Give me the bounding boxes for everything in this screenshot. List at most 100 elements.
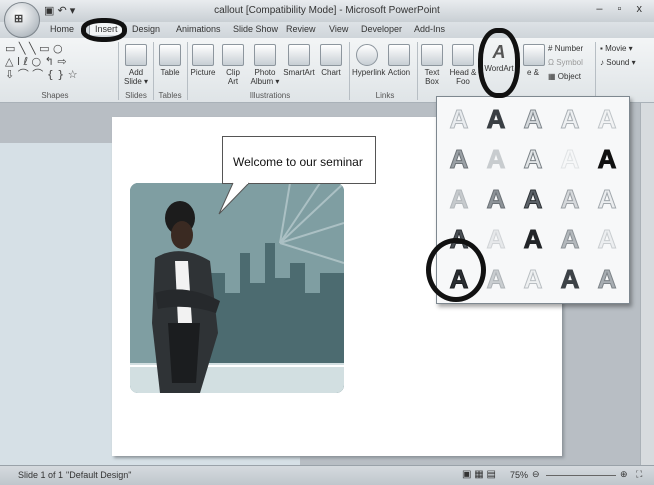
slide-number-button[interactable]: # Number: [548, 44, 583, 53]
hyperlink-label: Hyperlink: [352, 68, 386, 77]
chart-button[interactable]: Chart: [318, 44, 344, 77]
wordart-style-19[interactable]: A: [552, 221, 588, 257]
smartart-label: SmartArt: [283, 68, 315, 77]
wordart-style-4[interactable]: A: [552, 101, 588, 137]
slide-info: Slide 1 of 1: [18, 470, 64, 480]
sound-button[interactable]: ♪ Sound ▾: [600, 58, 636, 67]
view-buttons[interactable]: ▣ ▦ ▤: [462, 469, 496, 480]
clip-art-icon: [222, 44, 244, 66]
photo-album-button[interactable]: Photo Album ▾: [250, 44, 280, 86]
wordart-style-15[interactable]: A: [589, 181, 625, 217]
object-icon: ▦: [548, 72, 556, 81]
wordart-style-14[interactable]: A: [552, 181, 588, 217]
tab-design[interactable]: Design: [132, 24, 160, 34]
action-button[interactable]: Action: [385, 44, 413, 77]
group-separator: [349, 42, 350, 100]
slide-icon: [125, 44, 147, 66]
speaker-icon: ♪: [600, 58, 604, 67]
shapes-row: ⇩ ⌒ ⌒ { } ☆: [5, 68, 78, 81]
callout-shape[interactable]: Welcome to our seminar: [222, 136, 376, 184]
wordart-style-24[interactable]: A: [552, 261, 588, 297]
shapes-gallery[interactable]: ▭ ╲ ╲ ▭ ○ △ l ℓ ○ ↰ ⇨ ⇩ ⌒ ⌒ { } ☆: [5, 42, 78, 81]
photo-album-icon: [254, 44, 276, 66]
group-separator: [595, 42, 596, 100]
picture-button[interactable]: Picture: [190, 44, 216, 77]
wordart-style-6[interactable]: A: [441, 141, 477, 177]
callout-text[interactable]: Welcome to our seminar: [233, 155, 363, 169]
wordart-style-25[interactable]: A: [589, 261, 625, 297]
shapes-row: ▭ ╲ ╲ ▭ ○: [5, 42, 63, 55]
group-label-links: Links: [375, 91, 395, 100]
wordart-style-5[interactable]: A: [589, 101, 625, 137]
wordart-style-8[interactable]: A: [515, 141, 551, 177]
wordart-style-9[interactable]: A: [552, 141, 588, 177]
wordart-style-17[interactable]: A: [478, 221, 514, 257]
header-footer-button[interactable]: Head & Foo: [449, 44, 477, 86]
zoom-level[interactable]: 75%: [510, 470, 528, 480]
group-separator: [187, 42, 188, 100]
clip-art-label: Clip Art: [226, 68, 240, 86]
header-footer-icon: [452, 44, 474, 66]
shapes-row: △ l ℓ ○ ↰ ⇨: [5, 55, 67, 68]
wordart-style-20[interactable]: A: [589, 221, 625, 257]
clip-art-button[interactable]: Clip Art: [221, 44, 245, 86]
wordart-style-1[interactable]: A: [441, 101, 477, 137]
table-button[interactable]: Table: [157, 44, 183, 77]
object-label: Object: [557, 72, 581, 81]
tab-animations[interactable]: Animations: [176, 24, 221, 34]
fit-window-icon[interactable]: ⛶: [636, 469, 642, 480]
zoom-out-icon[interactable]: ⊖: [532, 469, 540, 480]
group-label-tables: Tables: [158, 91, 182, 100]
calendar-icon: [523, 44, 545, 66]
vertical-scrollbar[interactable]: [640, 103, 654, 465]
text-box-button[interactable]: Text Box: [420, 44, 444, 86]
tab-home[interactable]: Home: [50, 24, 74, 34]
window-controls[interactable]: – ▫ x: [596, 3, 648, 15]
tab-view[interactable]: View: [329, 24, 348, 34]
object-button[interactable]: ▦ Object: [548, 72, 581, 81]
tab-slide-show[interactable]: Slide Show: [233, 24, 278, 34]
chart-icon: [320, 44, 342, 66]
zoom-in-icon[interactable]: ⊕: [620, 469, 628, 480]
add-slide-button[interactable]: Add Slide ▾: [123, 44, 149, 86]
slide-number-label: Number: [554, 44, 584, 53]
tab-developer[interactable]: Developer: [361, 24, 402, 34]
smartart-icon: [288, 44, 310, 66]
wordart-style-10[interactable]: A: [589, 141, 625, 177]
wordart-style-23[interactable]: A: [515, 261, 551, 297]
office-button[interactable]: ⊞: [4, 2, 40, 38]
tab-review[interactable]: Review: [286, 24, 316, 34]
action-label: Action: [387, 68, 411, 77]
chart-label: Chart: [321, 68, 341, 77]
wordart-style-12[interactable]: A: [478, 181, 514, 217]
movie-label: Movie ▾: [605, 44, 633, 53]
group-separator: [118, 42, 119, 100]
date-time-button[interactable]: e &: [523, 44, 545, 77]
callout-pointer: [218, 182, 250, 215]
hyperlink-button[interactable]: Hyperlink: [352, 44, 386, 77]
zoom-slider[interactable]: [546, 475, 616, 476]
date-time-label: e &: [526, 68, 539, 77]
smartart-button[interactable]: SmartArt: [283, 44, 315, 77]
wordart-style-13[interactable]: A: [515, 181, 551, 217]
symbol-button[interactable]: Ω Symbol: [548, 58, 583, 67]
omega-icon: Ω: [548, 58, 554, 67]
movie-button[interactable]: ▪ Movie ▾: [600, 44, 633, 53]
group-label-illustrations: Illustrations: [249, 91, 291, 100]
group-label-shapes: Shapes: [41, 91, 69, 100]
wordart-style-2[interactable]: A: [478, 101, 514, 137]
tab-add-ins[interactable]: Add-Ins: [414, 24, 445, 34]
status-bar: Slide 1 of 1 "Default Design" ▣ ▦ ▤ 75% …: [0, 465, 654, 485]
marker-circle-wordart-button: [478, 28, 520, 98]
sound-label: Sound ▾: [606, 58, 636, 67]
symbol-label: Symbol: [556, 58, 583, 67]
photo-album-label: Photo Album ▾: [250, 68, 280, 86]
wordart-style-3[interactable]: A: [515, 101, 551, 137]
marker-circle-insert-tab: [81, 18, 127, 42]
action-icon: [388, 44, 410, 66]
table-label: Table: [160, 68, 180, 77]
group-separator: [153, 42, 154, 100]
wordart-style-11[interactable]: A: [441, 181, 477, 217]
wordart-style-7[interactable]: A: [478, 141, 514, 177]
wordart-style-18[interactable]: A: [515, 221, 551, 257]
